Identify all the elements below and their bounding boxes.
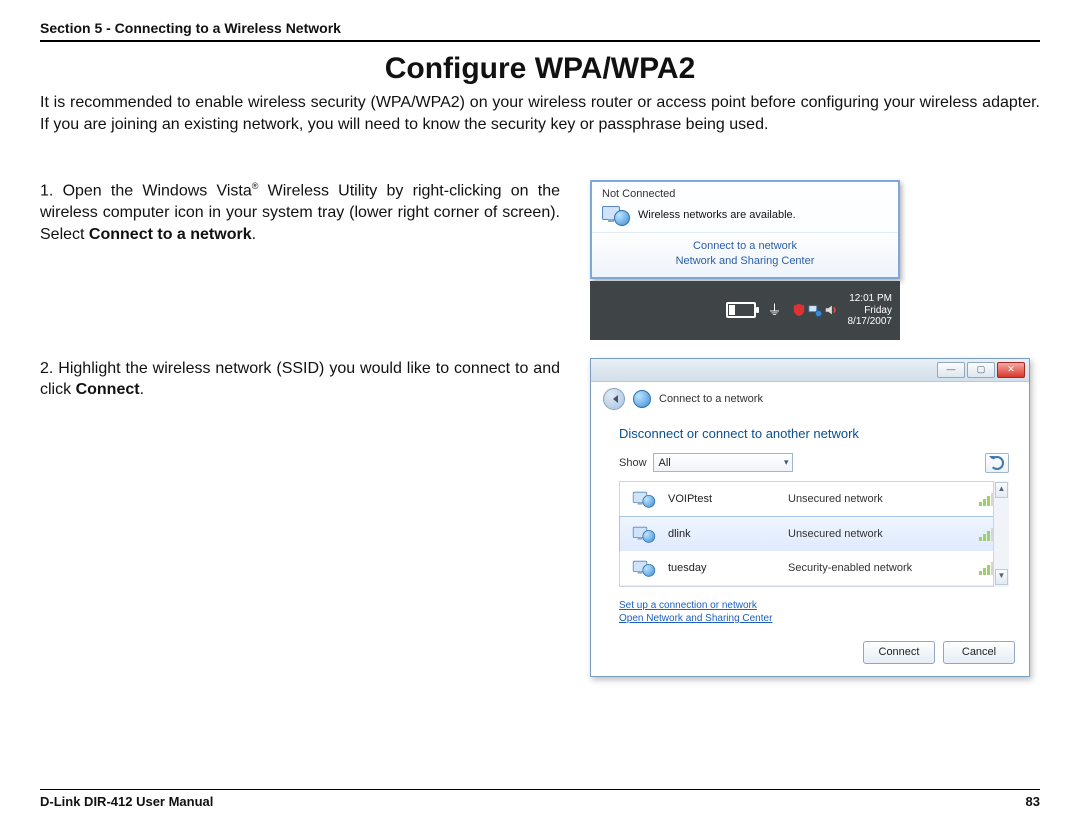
refresh-icon — [990, 456, 1004, 470]
step-2-row: 2. Highlight the wireless network (SSID)… — [40, 358, 1040, 677]
tray-icons-group — [792, 303, 838, 317]
wireless-computer-icon — [602, 204, 630, 226]
tray-popup: Not Connected Wireless networks are avai… — [590, 180, 900, 279]
step-2-text: 2. Highlight the wireless network (SSID)… — [40, 358, 560, 401]
figure-connect-dialog: — ▢ ✕ Connect to a network Disconnect or… — [590, 358, 1030, 677]
popup-link-connect[interactable]: Connect to a network — [602, 239, 888, 254]
cancel-button[interactable]: Cancel — [943, 641, 1015, 664]
connect-button[interactable]: Connect — [863, 641, 935, 664]
battery-icon — [726, 302, 756, 318]
page-title: Configure WPA/WPA2 — [40, 52, 1040, 86]
show-filter-dropdown[interactable]: All ▾ — [653, 453, 793, 472]
step-1-row: 1. Open the Windows Vista® Wireless Util… — [40, 180, 1040, 340]
footer-manual-name: D-Link DIR-412 User Manual — [40, 794, 213, 809]
step-1-pre: Open the Windows Vista — [63, 183, 252, 200]
system-clock: 12:01 PM Friday 8/17/2007 — [848, 293, 897, 328]
clock-date: 8/17/2007 — [848, 316, 893, 328]
minimize-button[interactable]: — — [937, 362, 965, 378]
footer-rule — [40, 789, 1040, 790]
dialog-header: Connect to a network — [591, 382, 1029, 416]
header-rule — [40, 40, 1040, 42]
refresh-button[interactable] — [985, 453, 1009, 473]
dialog-titlebar: — ▢ ✕ — [591, 359, 1029, 382]
intro-paragraph: It is recommended to enable wireless sec… — [40, 92, 1040, 135]
wireless-icon — [633, 559, 655, 577]
step-1-number: 1. — [40, 183, 53, 200]
step-2-bold: Connect — [76, 381, 140, 398]
dialog-instruction: Disconnect or connect to another network — [619, 426, 1009, 441]
chevron-down-icon: ▾ — [784, 457, 789, 468]
system-tray: ⏚ 12:01 PM Friday 8/17/2007 — [590, 281, 900, 340]
maximize-button[interactable]: ▢ — [967, 362, 995, 378]
scroll-up-button[interactable]: ▲ — [995, 482, 1008, 498]
step-2-post: . — [140, 381, 144, 398]
clock-time: 12:01 PM — [848, 293, 893, 305]
network-security: Security-enabled network — [788, 562, 969, 574]
link-setup-connection[interactable]: Set up a connection or network — [619, 599, 1001, 612]
clock-day: Friday — [848, 305, 893, 317]
section-header: Section 5 - Connecting to a Wireless Net… — [40, 20, 1040, 36]
close-button[interactable]: ✕ — [997, 362, 1025, 378]
step-1-bold: Connect to a network — [89, 226, 252, 243]
figure-tray-popup: Not Connected Wireless networks are avai… — [590, 180, 900, 340]
back-button[interactable] — [603, 388, 625, 410]
show-filter-value: All — [659, 457, 671, 469]
step-1-post: . — [252, 226, 256, 243]
step-2-number: 2. — [40, 360, 53, 377]
network-tray-icon[interactable] — [808, 303, 822, 317]
popup-link-sharing-center[interactable]: Network and Sharing Center — [602, 254, 888, 269]
network-name: dlink — [668, 528, 778, 540]
link-open-sharing-center[interactable]: Open Network and Sharing Center — [619, 612, 1001, 625]
wireless-icon — [633, 525, 655, 543]
page-footer: D-Link DIR-412 User Manual 83 — [40, 781, 1040, 809]
list-scrollbar[interactable]: ▲ ▼ — [993, 481, 1009, 587]
network-row[interactable]: tuesday Security-enabled network — [620, 551, 1008, 586]
network-list: VOIPtest Unsecured network dlink Unsecur… — [619, 481, 1009, 587]
network-name: tuesday — [668, 562, 778, 574]
scroll-down-button[interactable]: ▼ — [995, 569, 1008, 585]
network-row-selected[interactable]: dlink Unsecured network — [619, 516, 1009, 552]
dialog-footer: Connect Cancel — [591, 625, 1029, 676]
volume-icon — [824, 303, 838, 317]
network-security: Unsecured network — [788, 528, 969, 540]
network-security: Unsecured network — [788, 493, 969, 505]
dialog-links: Set up a connection or network Open Netw… — [591, 593, 1029, 625]
connect-dialog: — ▢ ✕ Connect to a network Disconnect or… — [590, 358, 1030, 677]
shield-icon — [792, 303, 806, 317]
show-label: Show — [619, 457, 647, 469]
step-1-text: 1. Open the Windows Vista® Wireless Util… — [40, 180, 560, 245]
popup-not-connected-title: Not Connected — [602, 188, 888, 200]
popup-availability-msg: Wireless networks are available. — [638, 209, 796, 221]
network-row[interactable]: VOIPtest Unsecured network — [620, 482, 1008, 517]
network-name: VOIPtest — [668, 493, 778, 505]
wireless-icon — [633, 490, 655, 508]
dialog-breadcrumb: Connect to a network — [659, 393, 763, 405]
globe-icon — [633, 390, 651, 408]
power-plug-icon: ⏚ — [768, 300, 782, 320]
footer-page-number: 83 — [1026, 794, 1040, 809]
